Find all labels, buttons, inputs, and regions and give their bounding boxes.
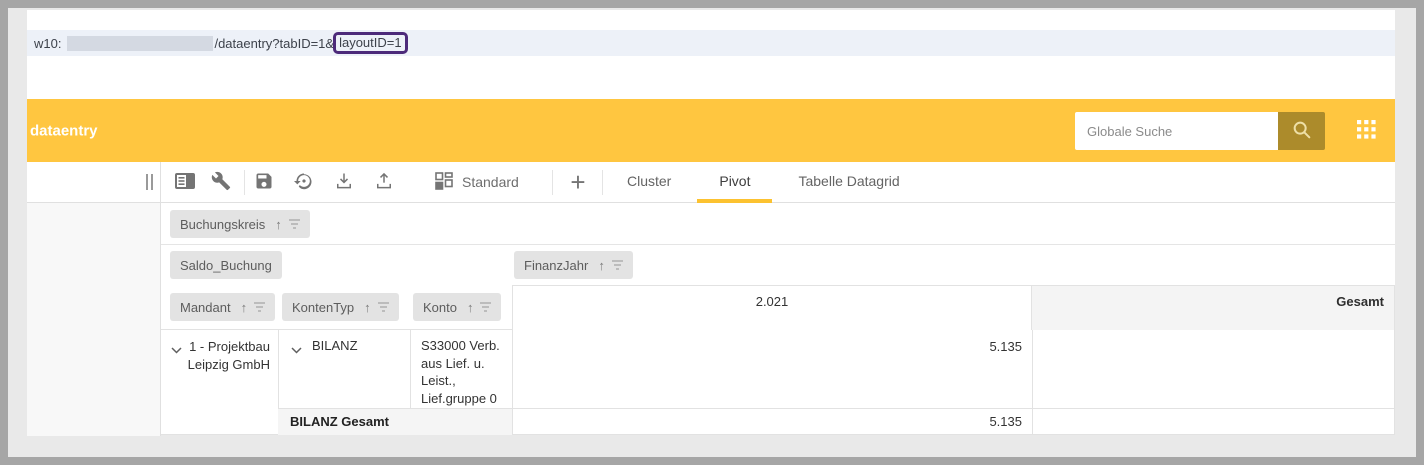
download-button[interactable] bbox=[334, 172, 354, 192]
sort-asc-icon[interactable]: ↑ bbox=[364, 300, 371, 315]
url-prefix: w10: bbox=[34, 36, 61, 51]
apps-grid-icon bbox=[1357, 127, 1376, 142]
url-redacted-block bbox=[67, 36, 213, 51]
cell-konto: S33000 Verb. aus Lief. u. Leist., Lief.g… bbox=[410, 330, 512, 408]
cell-value-gesamt bbox=[1032, 330, 1395, 408]
apps-grid-button[interactable] bbox=[1356, 120, 1376, 140]
column-header-2021[interactable]: 2.021 bbox=[512, 285, 1032, 330]
filter-icon[interactable] bbox=[612, 260, 623, 270]
field-chip-konto[interactable]: Konto ↑ bbox=[413, 293, 501, 321]
settings-button[interactable] bbox=[211, 172, 231, 192]
tab-cluster[interactable]: Cluster bbox=[603, 162, 695, 203]
subtotal-label: BILANZ Gesamt bbox=[278, 409, 512, 435]
layout-selector-button[interactable]: Standard bbox=[435, 162, 519, 202]
window-frame: w10: /dataentry?tabID=1& layoutID=1 data… bbox=[8, 8, 1416, 457]
upload-icon bbox=[374, 171, 394, 194]
column-header-gesamt[interactable]: Gesamt bbox=[1032, 285, 1395, 330]
search-input[interactable] bbox=[1075, 112, 1278, 150]
field-chip-label: Konto bbox=[423, 300, 457, 315]
sort-asc-icon[interactable]: ↑ bbox=[467, 300, 474, 315]
field-chip-label: KontenTyp bbox=[292, 300, 354, 315]
filter-icon[interactable] bbox=[289, 219, 300, 229]
field-chip-label: Mandant bbox=[180, 300, 231, 315]
save-button[interactable] bbox=[254, 172, 274, 192]
field-chip-label: FinanzJahr bbox=[524, 258, 588, 273]
field-chip-label: Buchungskreis bbox=[180, 217, 265, 232]
filter-icon[interactable] bbox=[254, 302, 265, 312]
pivot-body: 1 - Projektbau Leipzig GmbH BILANZ S3300… bbox=[161, 330, 1395, 435]
pivot-grid: Buchungskreis ↑ Saldo_Buchung FinanzJahr… bbox=[161, 203, 1395, 435]
cell-value-2021: 5.135 bbox=[512, 330, 1032, 408]
field-chip-buchungskreis[interactable]: Buchungskreis ↑ bbox=[170, 210, 310, 238]
pivot-header-row: Mandant ↑ KontenTyp ↑ Konto ↑ 2.021 Gesa… bbox=[161, 285, 1395, 330]
field-chip-finanzjahr[interactable]: FinanzJahr ↑ bbox=[514, 251, 633, 279]
field-chip-label: Saldo_Buchung bbox=[180, 258, 272, 273]
sort-asc-icon[interactable]: ↑ bbox=[275, 217, 282, 232]
tab-pivot[interactable]: Pivot bbox=[695, 162, 774, 203]
cell-kontentyp: BILANZ bbox=[278, 330, 410, 408]
restore-button[interactable] bbox=[294, 172, 314, 192]
url-bar[interactable]: w10: /dataentry?tabID=1& layoutID=1 bbox=[27, 30, 1395, 56]
wrench-icon bbox=[211, 171, 231, 194]
mandant-value: 1 - Projektbau Leipzig GmbH bbox=[182, 338, 270, 435]
tab-tabelle-datagrid[interactable]: Tabelle Datagrid bbox=[774, 162, 923, 203]
view-tabs: Cluster Pivot Tabelle Datagrid bbox=[603, 162, 924, 203]
chevron-down-icon[interactable] bbox=[171, 342, 182, 435]
dashboard-icon bbox=[435, 172, 453, 193]
layout-name-label: Standard bbox=[462, 174, 519, 190]
download-icon bbox=[334, 171, 354, 194]
url-layout-param-highlight: layoutID=1 bbox=[333, 32, 408, 54]
filter-icon[interactable] bbox=[378, 302, 389, 312]
kontentyp-value: BILANZ bbox=[312, 338, 358, 408]
pivot-filter-area: Buchungskreis ↑ bbox=[161, 203, 1395, 245]
history-restore-icon bbox=[294, 171, 314, 194]
filter-icon[interactable] bbox=[480, 302, 491, 312]
cell-mandant: 1 - Projektbau Leipzig GmbH bbox=[161, 330, 278, 435]
save-icon bbox=[254, 171, 274, 194]
field-chip-mandant[interactable]: Mandant ↑ bbox=[170, 293, 275, 321]
upload-button[interactable] bbox=[374, 172, 394, 192]
url-path: /dataentry?tabID=1& bbox=[214, 36, 334, 51]
search-button[interactable] bbox=[1278, 112, 1325, 150]
toolbar-separator bbox=[244, 170, 245, 195]
subtotal-row: BILANZ Gesamt 5.135 bbox=[278, 408, 1395, 435]
pivot-data-column-area: Saldo_Buchung FinanzJahr ↑ bbox=[161, 245, 1395, 285]
view-toolbar: Standard + Cluster Pivot Tabelle Datagri… bbox=[27, 162, 1395, 203]
list-panel-icon bbox=[175, 173, 195, 192]
screenshot-root: w10: /dataentry?tabID=1& layoutID=1 data… bbox=[0, 0, 1424, 465]
app-title: dataentry bbox=[30, 122, 98, 139]
subtotal-value-2021: 5.135 bbox=[512, 409, 1032, 435]
toolbar-separator bbox=[552, 170, 553, 195]
spacer-band bbox=[27, 56, 1395, 99]
sort-asc-icon[interactable]: ↑ bbox=[598, 258, 605, 273]
top-strip bbox=[27, 10, 1395, 30]
add-view-button[interactable]: + bbox=[564, 162, 592, 202]
subtotal-value-gesamt bbox=[1032, 409, 1395, 435]
left-sidebar bbox=[27, 203, 161, 436]
splitter-drag-handle-icon[interactable] bbox=[146, 174, 153, 190]
sort-asc-icon[interactable]: ↑ bbox=[241, 300, 248, 315]
field-chip-saldo-buchung[interactable]: Saldo_Buchung bbox=[170, 251, 282, 279]
app-header-bar: dataentry bbox=[27, 99, 1395, 162]
field-chip-kontentyp[interactable]: KontenTyp ↑ bbox=[282, 293, 399, 321]
global-search bbox=[1075, 112, 1325, 150]
toggle-panel-button[interactable] bbox=[175, 172, 195, 192]
sidebar-header bbox=[27, 162, 161, 202]
chevron-down-icon[interactable] bbox=[291, 342, 302, 408]
search-icon bbox=[1291, 119, 1313, 144]
